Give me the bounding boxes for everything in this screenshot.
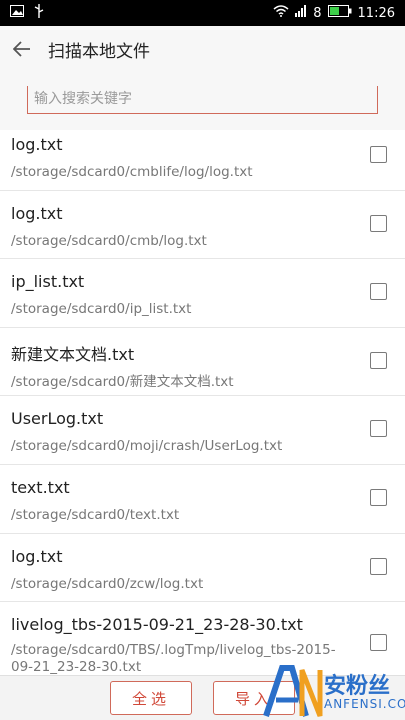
file-name: log.txt (11, 203, 63, 223)
watermark-subtext: ANFENSI.COM (324, 697, 405, 711)
file-item[interactable]: log.txt /storage/sdcard0/cmblife/log/log… (0, 122, 405, 191)
file-name: 新建文本文档.txt (11, 344, 135, 364)
file-path: /storage/sdcard0/moji/crash/UserLog.txt (11, 438, 283, 455)
watermark-text: 安粉丝 (324, 674, 391, 699)
search-box (27, 86, 378, 114)
back-arrow-icon (13, 41, 30, 57)
file-name: livelog_tbs-2015-09-21_23-28-30.txt (11, 615, 303, 635)
file-checkbox[interactable] (370, 283, 387, 301)
file-item[interactable]: text.txt /storage/sdcard0/text.txt (0, 465, 405, 534)
file-path: /storage/sdcard0/text.txt (11, 506, 180, 523)
signal-text: 8 (313, 5, 322, 21)
status-left (10, 4, 44, 22)
file-item[interactable]: log.txt /storage/sdcard0/cmb/log.txt (0, 191, 405, 260)
file-path: /storage/sdcard0/新建文本文档.txt (11, 373, 234, 390)
file-item[interactable]: log.txt /storage/sdcard0/zcw/log.txt (0, 534, 405, 603)
file-path: /storage/sdcard0/ip_list.txt (11, 301, 192, 318)
select-all-button[interactable]: 全选 (110, 681, 192, 715)
battery-icon (327, 5, 352, 21)
app-bar: 扫描本地文件 (0, 26, 405, 72)
back-button[interactable] (0, 26, 44, 72)
file-checkbox[interactable] (370, 634, 387, 652)
usb-icon (34, 4, 44, 22)
wifi-icon (273, 5, 289, 21)
file-checkbox[interactable] (370, 146, 387, 163)
page-title: 扫描本地文件 (48, 41, 150, 62)
file-checkbox[interactable] (370, 420, 387, 438)
file-name: ip_list.txt (11, 272, 85, 292)
file-list: log.txt /storage/sdcard0/cmblife/log/log… (0, 122, 405, 675)
file-name: text.txt (11, 477, 70, 497)
file-item[interactable]: ip_list.txt /storage/sdcard0/ip_list.txt (0, 259, 405, 328)
file-path: /storage/sdcard0/cmblife/log/log.txt (11, 164, 253, 180)
file-item[interactable]: UserLog.txt /storage/sdcard0/moji/crash/… (0, 396, 405, 465)
watermark-logo: 安粉丝 ANFENSI.COM (262, 660, 405, 720)
status-right: 8 11:26 (273, 5, 395, 21)
file-path: /storage/sdcard0/cmb/log.txt (11, 232, 207, 249)
status-time: 11:26 (357, 5, 395, 21)
image-icon (10, 5, 24, 21)
file-name: UserLog.txt (11, 409, 104, 429)
status-bar: 8 11:26 (0, 0, 405, 26)
watermark-an-icon (263, 665, 323, 717)
file-checkbox[interactable] (370, 214, 387, 232)
file-item[interactable]: 新建文本文档.txt /storage/sdcard0/新建文本文档.txt (0, 328, 405, 397)
file-path: /storage/sdcard0/zcw/log.txt (11, 575, 204, 592)
cell-signal-icon (295, 5, 307, 21)
file-checkbox[interactable] (370, 488, 387, 506)
file-checkbox[interactable] (370, 351, 387, 369)
search-input[interactable] (34, 88, 364, 110)
file-name: log.txt (11, 546, 63, 566)
file-name: log.txt (11, 135, 63, 154)
file-checkbox[interactable] (370, 557, 387, 575)
